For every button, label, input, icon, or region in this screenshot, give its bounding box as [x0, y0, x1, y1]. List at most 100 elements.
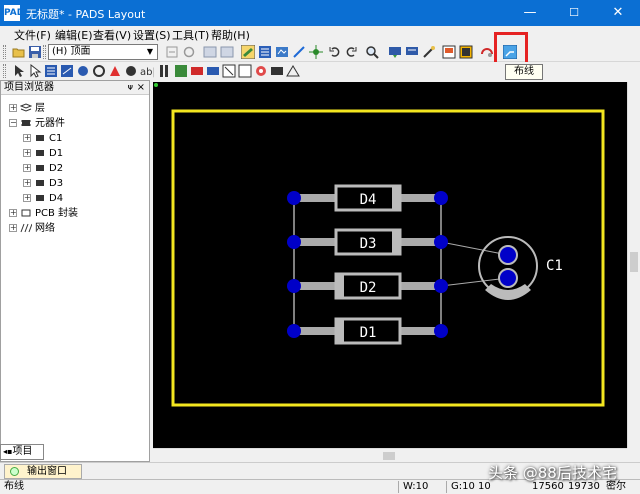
select-arrow-icon[interactable]: [12, 64, 26, 78]
bus-route-icon[interactable]: [92, 64, 106, 78]
menu-settings[interactable]: 设置(S): [133, 27, 171, 43]
part-d1: D1: [287, 317, 448, 345]
part-label: C1: [546, 258, 563, 274]
part-c1: C1: [478, 236, 563, 300]
hyperlynx-icon[interactable]: [405, 45, 419, 59]
scroll-thumb[interactable]: [383, 452, 395, 460]
cycle-layer-icon[interactable]: [165, 45, 179, 59]
gate-swap-icon[interactable]: [238, 64, 252, 78]
split-icon[interactable]: [206, 64, 220, 78]
origin-marker: [154, 83, 158, 87]
tree-item-d3[interactable]: + D3: [23, 176, 63, 191]
tune-icon[interactable]: [174, 64, 188, 78]
glue-icon[interactable]: [190, 64, 204, 78]
pin-swap-icon[interactable]: [222, 64, 236, 78]
output-tab[interactable]: 输出窗口: [4, 464, 82, 479]
pcb-router-icon[interactable]: [480, 45, 494, 59]
standard-toolbar: (H) 顶面 ▼: [0, 42, 640, 62]
project-browser: 项目浏览器 ᴪ × + 层 − 元器件 + C1 + D1 + D2 + D3 + D4 + P…: [0, 80, 150, 462]
sketch-route-icon[interactable]: [76, 64, 90, 78]
tree-item-d4[interactable]: + D4: [23, 191, 63, 206]
toolbar-grip[interactable]: [43, 45, 46, 59]
tree-item-pcb-decals[interactable]: + PCB 封装: [9, 206, 78, 221]
tree-item-layers[interactable]: + 层: [9, 101, 45, 116]
decal-icon: [21, 209, 31, 217]
add-route-icon[interactable]: [44, 64, 58, 78]
tree-label: D2: [49, 163, 64, 174]
menu-file[interactable]: 文件(F): [14, 27, 51, 43]
expand-icon[interactable]: +: [23, 164, 31, 172]
scroll-thumb[interactable]: [630, 252, 638, 272]
tree-label: 网络: [35, 223, 55, 234]
select-mode-icon[interactable]: [28, 64, 42, 78]
dynamic-route-icon[interactable]: [60, 64, 74, 78]
layer-select[interactable]: (H) 顶面 ▼: [48, 44, 158, 60]
chevron-down-icon: ▼: [146, 47, 154, 56]
project-browser-header: 项目浏览器 ᴪ ×: [1, 81, 149, 95]
wand-icon[interactable]: [422, 45, 436, 59]
tree-item-d1[interactable]: + D1: [23, 146, 63, 161]
toolbar-grip[interactable]: [3, 64, 6, 78]
pcb-drawing: D4 D3 D2 D1 C1: [154, 83, 605, 407]
close-button[interactable]: ✕: [596, 0, 640, 26]
tree-label: PCB 封装: [35, 208, 79, 219]
pin-icon[interactable]: ᴪ: [128, 81, 133, 95]
options-icon[interactable]: [459, 45, 473, 59]
tree-item-c1[interactable]: + C1: [23, 131, 62, 146]
tree-item-nets[interactable]: + 网络: [9, 221, 55, 236]
verify-design-icon[interactable]: [388, 45, 402, 59]
spread-icon[interactable]: [124, 64, 138, 78]
component-icon[interactable]: [270, 64, 284, 78]
ecos-icon[interactable]: [309, 45, 323, 59]
vertical-scrollbar[interactable]: [627, 82, 640, 448]
maximize-button[interactable]: ☐: [552, 0, 596, 26]
toolbar-grip[interactable]: [3, 45, 6, 59]
redo-icon[interactable]: [344, 45, 358, 59]
output-tab-label: 输出窗口: [27, 466, 67, 477]
part-label: D3: [360, 236, 377, 252]
save-icon[interactable]: [28, 45, 42, 59]
dimension-toolbar-icon[interactable]: [275, 45, 289, 59]
board-icon[interactable]: [286, 64, 300, 78]
expand-icon[interactable]: +: [23, 194, 31, 202]
open-folder-icon[interactable]: [12, 45, 26, 59]
zoom-icon[interactable]: [365, 45, 379, 59]
refresh-icon[interactable]: [182, 45, 196, 59]
menu-tools[interactable]: 工具(T): [172, 27, 209, 43]
tree-item-d2[interactable]: + D2: [23, 161, 63, 176]
horizontal-scrollbar[interactable]: [153, 448, 627, 462]
expand-icon[interactable]: +: [23, 134, 31, 142]
project-tab[interactable]: ◂▪项目: [0, 444, 44, 460]
layer-pair-icon[interactable]: [220, 45, 234, 59]
layer-setup-icon[interactable]: [203, 45, 217, 59]
length-icon[interactable]: [158, 64, 172, 78]
display-colors-icon[interactable]: [442, 45, 456, 59]
expand-icon[interactable]: +: [9, 224, 17, 232]
part-label: D4: [360, 192, 377, 208]
title-bar: PADS 无标题* - PADS Layout — ☐ ✕: [0, 0, 640, 26]
chip-icon: [21, 120, 31, 126]
via-icon[interactable]: [254, 64, 268, 78]
menu-edit[interactable]: 编辑(E): [55, 27, 93, 43]
close-panel-icon[interactable]: ×: [137, 81, 145, 95]
minimize-button[interactable]: —: [508, 0, 552, 26]
auto-route-icon[interactable]: [108, 64, 122, 78]
drafting-toolbar-icon[interactable]: [241, 45, 255, 59]
tree-label: D1: [49, 148, 64, 159]
expand-icon[interactable]: +: [9, 104, 17, 112]
design-toolbar-icon[interactable]: [258, 45, 272, 59]
add-text-icon[interactable]: ab|: [140, 64, 154, 78]
expand-icon[interactable]: +: [23, 179, 31, 187]
pcb-canvas[interactable]: D4 D3 D2 D1 C1: [153, 82, 627, 448]
menu-view[interactable]: 查看(V): [93, 27, 131, 43]
tree-item-components[interactable]: − 元器件: [9, 116, 65, 131]
panel-title: 项目浏览器: [4, 82, 54, 93]
tree-label: D3: [49, 178, 64, 189]
part-d3: D3: [287, 228, 448, 256]
expand-icon[interactable]: +: [23, 149, 31, 157]
collapse-icon[interactable]: −: [9, 119, 17, 127]
menu-help[interactable]: 帮助(H): [211, 27, 250, 43]
expand-icon[interactable]: +: [9, 209, 17, 217]
undo-icon[interactable]: [328, 45, 342, 59]
route-diagonal-icon[interactable]: [292, 45, 306, 59]
